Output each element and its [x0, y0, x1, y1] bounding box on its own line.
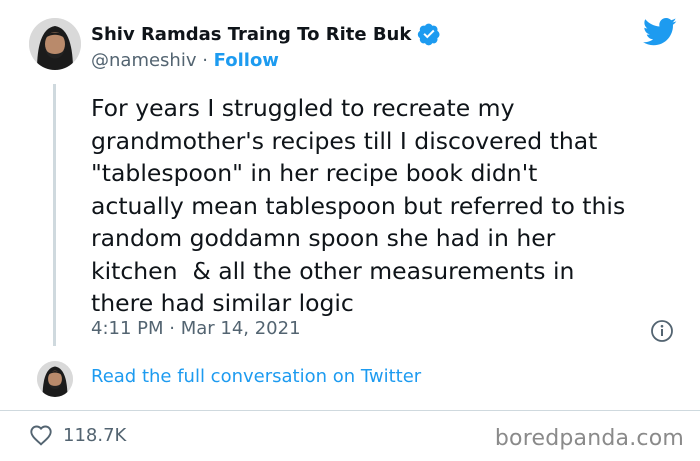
- read-conversation-link[interactable]: Read the full conversation on Twitter: [91, 366, 421, 387]
- reply-avatar-image: [37, 361, 73, 397]
- separator-dot: ·: [196, 50, 214, 71]
- tweet-text: For years I struggled to recreate my gra…: [91, 94, 626, 317]
- thread-line: [53, 84, 56, 346]
- tweet-time: 4:11 PM: [91, 318, 164, 339]
- twitter-bird-icon[interactable]: [643, 17, 677, 47]
- info-icon[interactable]: [650, 319, 674, 343]
- like-button[interactable]: 118.7K: [29, 424, 126, 446]
- tweet-date: Mar 14, 2021: [180, 318, 301, 339]
- reply-avatar[interactable]: [37, 361, 73, 397]
- author-handle[interactable]: @nameshiv: [91, 50, 197, 71]
- verified-badge-icon: [418, 23, 440, 46]
- tweet-timestamp[interactable]: 4:11 PM · Mar 14, 2021: [91, 318, 301, 339]
- handle-row: @nameshiv · Follow: [91, 50, 279, 71]
- author-avatar[interactable]: [29, 18, 81, 70]
- author-name-row: Shiv Ramdas Traing To Rite Buk: [91, 22, 441, 46]
- follow-button[interactable]: Follow: [214, 50, 279, 71]
- timestamp-separator: ·: [163, 318, 181, 339]
- author-display-name[interactable]: Shiv Ramdas Traing To Rite Buk: [91, 24, 411, 45]
- heart-icon: [30, 425, 52, 446]
- divider: [0, 410, 700, 411]
- like-count: 118.7K: [63, 424, 127, 446]
- avatar-image: [29, 18, 81, 70]
- watermark: boredpanda.com: [494, 426, 684, 451]
